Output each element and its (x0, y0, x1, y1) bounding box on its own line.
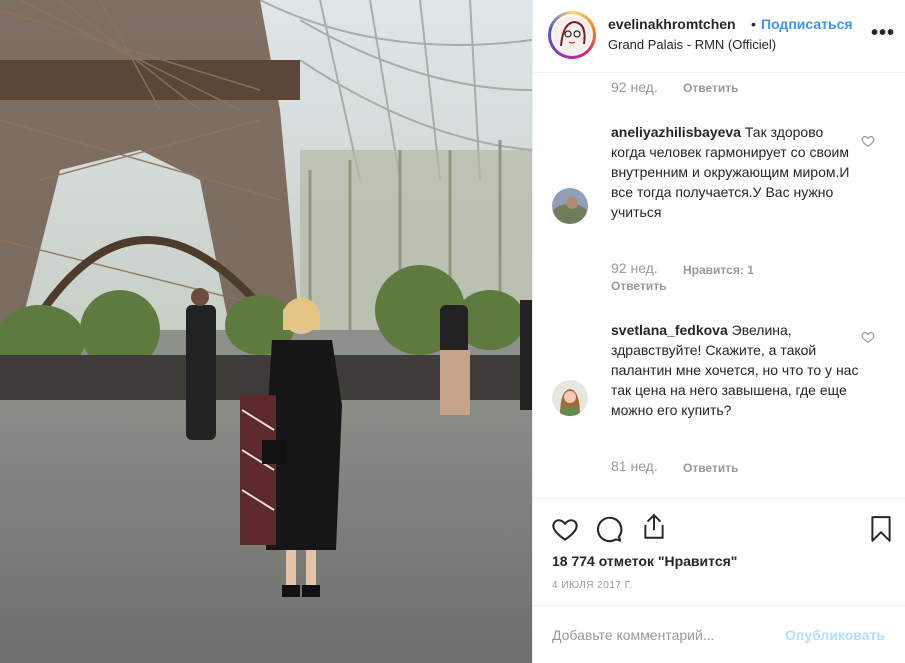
comment-time: 92 нед. (611, 260, 658, 276)
add-comment-bar: Добавьте комментарий... Опубликовать (533, 605, 905, 663)
post-date: 4 ИЮЛЯ 2017 Г. (552, 580, 633, 591)
post-photo[interactable] (0, 0, 532, 663)
post-header: evelinakhromtchen • Подписаться Grand Pa… (533, 0, 905, 73)
likes-count[interactable]: 18 774 отметок "Нравится" (552, 553, 737, 569)
comments-list[interactable]: 92 нед. Ответить aneliyazhilisbayeva Так… (533, 74, 905, 498)
comment-icon[interactable] (595, 515, 623, 543)
author-username[interactable]: evelinakhromtchen (608, 16, 736, 32)
author-avatar[interactable] (548, 11, 596, 59)
post-location[interactable]: Grand Palais - RMN (Officiel) (608, 37, 776, 52)
more-options-icon[interactable]: ••• (871, 22, 895, 45)
comment-like-icon[interactable] (861, 330, 875, 344)
post-details-panel: evelinakhromtchen • Подписаться Grand Pa… (532, 0, 905, 663)
reply-button[interactable]: Ответить (611, 279, 666, 293)
avatar-illustration (553, 16, 591, 54)
separator-dot: • (751, 16, 756, 32)
reply-button[interactable]: Ответить (683, 81, 738, 95)
comment-body: aneliyazhilisbayeva Так здорово когда че… (611, 122, 861, 222)
bookmark-icon[interactable] (869, 515, 893, 543)
share-icon[interactable] (641, 513, 667, 541)
publish-button[interactable]: Опубликовать (785, 627, 885, 643)
follow-button[interactable]: Подписаться (761, 16, 853, 32)
comment-body: svetlana_fedkova Эвелина, здравствуйте! … (611, 320, 861, 420)
commenter-avatar[interactable] (552, 380, 588, 416)
photo-image (0, 0, 532, 663)
post-actions: 18 774 отметок "Нравится" 4 ИЮЛЯ 2017 Г.… (533, 498, 905, 663)
comment-input[interactable]: Добавьте комментарий... (552, 627, 714, 643)
comment-time: 81 нед. (611, 458, 658, 474)
comment-likes[interactable]: Нравится: 1 (683, 263, 754, 277)
avatar-image (552, 188, 588, 224)
comment-username[interactable]: aneliyazhilisbayeva (611, 124, 741, 140)
comment-username[interactable]: svetlana_fedkova (611, 322, 728, 338)
reply-button[interactable]: Ответить (683, 461, 738, 475)
comment-time: 92 нед. (611, 79, 658, 95)
heart-icon[interactable] (551, 515, 579, 543)
avatar-image (552, 380, 588, 416)
comment-like-icon[interactable] (861, 134, 875, 148)
commenter-avatar[interactable] (552, 188, 588, 224)
